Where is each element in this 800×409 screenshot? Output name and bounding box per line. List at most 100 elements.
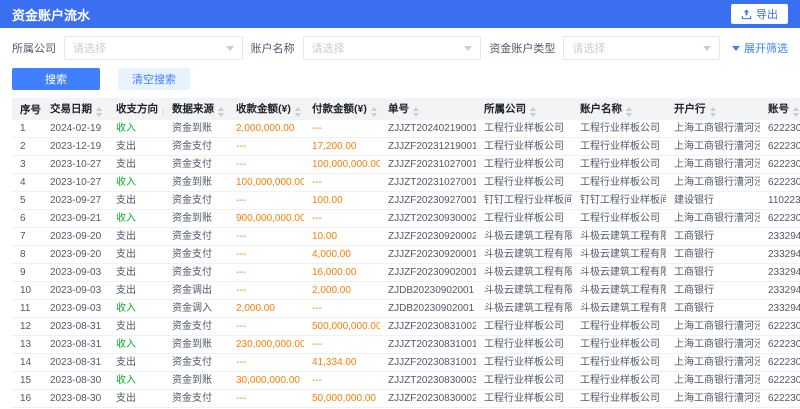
cell-company: 斗极云建筑工程有限公司 <box>476 246 572 264</box>
cell-payment-amount: 100,000,000.00 <box>304 156 380 174</box>
export-icon <box>741 9 752 20</box>
cell-direction: 支出 <box>108 246 164 264</box>
cell-receipt-amount: --- <box>228 264 304 282</box>
cell-index: 4 <box>12 174 42 192</box>
sort-icon[interactable] <box>96 107 102 117</box>
cell-index: 13 <box>12 336 42 354</box>
account-name-select[interactable]: 请选择 <box>303 36 482 60</box>
column-header[interactable]: 交易日期 <box>42 98 108 120</box>
column-header[interactable]: 开户行 <box>666 98 760 120</box>
sort-icon[interactable] <box>295 107 301 117</box>
cell-index: 5 <box>12 192 42 210</box>
export-button[interactable]: 导出 <box>731 4 788 24</box>
cell-source: 资金调入 <box>164 300 228 318</box>
cell-index: 9 <box>12 264 42 282</box>
sort-icon[interactable] <box>162 107 164 117</box>
cell-account-no: 23329499 <box>760 246 800 264</box>
cell-payment-amount: --- <box>304 174 380 192</box>
column-label: 单号 <box>388 103 409 115</box>
cell-receipt-amount: 230,000,000.00 <box>228 336 304 354</box>
cell-account-no: 23329499 <box>760 264 800 282</box>
cell-account-no: 23329499 <box>760 282 800 300</box>
cell-account-name: 钉钉工程行业样板间 <box>572 192 666 210</box>
table-row: 132023-08-31收入资金到账230,000,000.00---ZJJZT… <box>12 336 800 354</box>
cell-index: 12 <box>12 318 42 336</box>
column-label: 付款金额(¥) <box>312 103 367 115</box>
cell-source: 资金支付 <box>164 246 228 264</box>
company-select[interactable]: 请选择 <box>64 36 243 60</box>
cell-receipt-amount: 100,000,000.00 <box>228 174 304 192</box>
sort-icon[interactable] <box>710 107 716 117</box>
cell-payment-amount: 500,000,000.00 <box>304 318 380 336</box>
cell-date: 2023-09-03 <box>42 300 108 318</box>
column-label: 开户行 <box>674 103 706 115</box>
cell-order-no: ZJJZF20230830002 <box>380 390 476 408</box>
column-header[interactable]: 数据来源 <box>164 98 228 120</box>
sort-icon[interactable] <box>218 107 224 117</box>
cell-receipt-amount: --- <box>228 354 304 372</box>
table-row: 52023-09-27支出资金支付---100.00ZJJZF202309270… <box>12 192 800 210</box>
flow-table: 序号交易日期收支方向数据来源收款金额(¥)付款金额(¥)单号所属公司账户名称开户… <box>12 98 800 409</box>
clear-search-button[interactable]: 清空搜索 <box>118 68 190 90</box>
page-title: 资金账户流水 <box>12 5 90 24</box>
top-bar: 资金账户流水 导出 <box>0 0 800 28</box>
export-label: 导出 <box>756 6 778 22</box>
cell-receipt-amount: --- <box>228 246 304 264</box>
column-header[interactable]: 收款金额(¥) <box>228 98 304 120</box>
cell-receipt-amount: 30,000,000.00 <box>228 372 304 390</box>
cell-account-name: 工程行业样板公司 <box>572 210 666 228</box>
sort-icon[interactable] <box>413 107 419 117</box>
cell-bank: 上海工商银行漕河泾支行 <box>666 138 760 156</box>
cell-direction: 支出 <box>108 390 164 408</box>
cell-account-name: 工程行业样板公司 <box>572 372 666 390</box>
sort-icon[interactable] <box>530 107 536 117</box>
cell-index: 10 <box>12 282 42 300</box>
cell-company: 斗极云建筑工程有限公司 <box>476 228 572 246</box>
sort-icon[interactable] <box>793 107 799 117</box>
cell-date: 2023-09-20 <box>42 246 108 264</box>
cell-receipt-amount: --- <box>228 192 304 210</box>
cell-bank: 工商银行 <box>666 246 760 264</box>
cell-company: 工程行业样板公司 <box>476 354 572 372</box>
column-header[interactable]: 所属公司 <box>476 98 572 120</box>
column-header[interactable]: 账户名称 <box>572 98 666 120</box>
cell-receipt-amount: --- <box>228 318 304 336</box>
cell-source: 资金到账 <box>164 120 228 138</box>
expand-filters-link[interactable]: 展开筛选 <box>732 40 788 56</box>
column-header[interactable]: 账号 <box>760 98 800 120</box>
column-label: 账户名称 <box>580 103 622 115</box>
cell-index: 2 <box>12 138 42 156</box>
cell-date: 2023-09-21 <box>42 210 108 228</box>
sort-icon[interactable] <box>626 107 632 117</box>
cell-company: 斗极云建筑工程有限公司 <box>476 300 572 318</box>
cell-source: 资金到账 <box>164 210 228 228</box>
cell-direction: 支出 <box>108 318 164 336</box>
cell-index: 15 <box>12 372 42 390</box>
cell-account-name: 工程行业样板公司 <box>572 138 666 156</box>
column-header[interactable]: 单号 <box>380 98 476 120</box>
account-type-select[interactable]: 请选择 <box>563 36 720 60</box>
type-filter-label: 资金账户类型 <box>489 40 555 56</box>
cell-bank: 工商银行 <box>666 300 760 318</box>
table-row: 102023-09-03支出资金调出---2,000.00ZJDB2023090… <box>12 282 800 300</box>
cell-direction: 收入 <box>108 174 164 192</box>
cell-account-no: 62223011 <box>760 138 800 156</box>
column-header[interactable]: 付款金额(¥) <box>304 98 380 120</box>
sort-icon[interactable] <box>371 107 377 117</box>
cell-source: 资金到账 <box>164 372 228 390</box>
cell-account-no: 62223011 <box>760 174 800 192</box>
cell-index: 8 <box>12 246 42 264</box>
cell-account-no: 62223011 <box>760 390 800 408</box>
cell-account-name: 工程行业样板公司 <box>572 336 666 354</box>
search-button[interactable]: 搜索 <box>12 68 100 90</box>
filter-group-type: 资金账户类型 请选择 <box>489 36 720 60</box>
column-header[interactable]: 收支方向 <box>108 98 164 120</box>
cell-payment-amount: 17,200.00 <box>304 138 380 156</box>
cell-account-name: 工程行业样板公司 <box>572 390 666 408</box>
table-row: 42023-10-27收入资金到账100,000,000.00---ZJJZT2… <box>12 174 800 192</box>
table-row: 142023-08-31支出资金支付---41,334.00ZJJZF20230… <box>12 354 800 372</box>
cell-order-no: ZJJZF20230831002 <box>380 318 476 336</box>
chevron-down-icon <box>732 46 740 51</box>
cell-source: 资金支付 <box>164 354 228 372</box>
cell-company: 钉钉工程行业样板间 <box>476 192 572 210</box>
